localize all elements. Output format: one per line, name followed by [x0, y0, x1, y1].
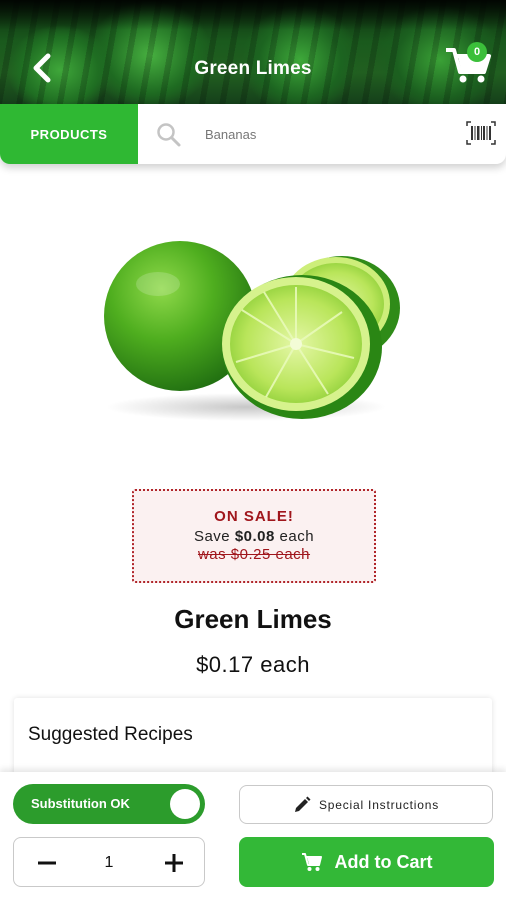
shopping-cart-icon [301, 853, 322, 871]
add-to-cart-label: Add to Cart [334, 851, 433, 872]
sale-save-amount: $0.08 [234, 528, 275, 545]
add-to-cart-button[interactable]: Add to Cart [239, 837, 494, 887]
quantity-stepper: 1 [13, 837, 205, 887]
product-name: Green Limes [174, 604, 332, 634]
sale-was-price: was $0.25 each [197, 546, 311, 563]
sale-save-prefix: Save [193, 528, 231, 545]
sale-save-suffix: each [279, 528, 315, 545]
search-icon[interactable] [156, 122, 182, 148]
cart-count-badge: 0 [467, 42, 487, 62]
product-image [104, 241, 400, 421]
substitution-toggle[interactable]: Substitution OK [13, 784, 205, 824]
products-tab[interactable]: PRODUCTS [0, 104, 138, 164]
search-bar: PRODUCTS [0, 104, 506, 164]
barcode-icon[interactable] [466, 121, 496, 145]
substitution-label: Substitution OK [31, 796, 130, 811]
suggested-recipes-title: Suggested Recipes [28, 724, 193, 745]
special-instructions-button[interactable]: Special Instructions [239, 785, 493, 824]
product-price: $0.17 each [196, 652, 310, 677]
toggle-knob [170, 789, 200, 819]
page-title: Green Limes [194, 58, 312, 79]
sale-banner: ON SALE! Save $0.08 each was $0.25 each [132, 489, 376, 583]
search-input[interactable] [205, 122, 445, 146]
plus-icon[interactable] [161, 850, 187, 876]
sale-savings: Save $0.08 each [134, 528, 374, 545]
sale-title: ON SALE! [214, 508, 294, 525]
header: Green Limes [0, 0, 506, 104]
special-instructions-label: Special Instructions [318, 797, 440, 812]
pencil-icon [294, 796, 311, 812]
bottom-action-bar: Substitution OK Special Instructions 1 A… [0, 772, 506, 900]
